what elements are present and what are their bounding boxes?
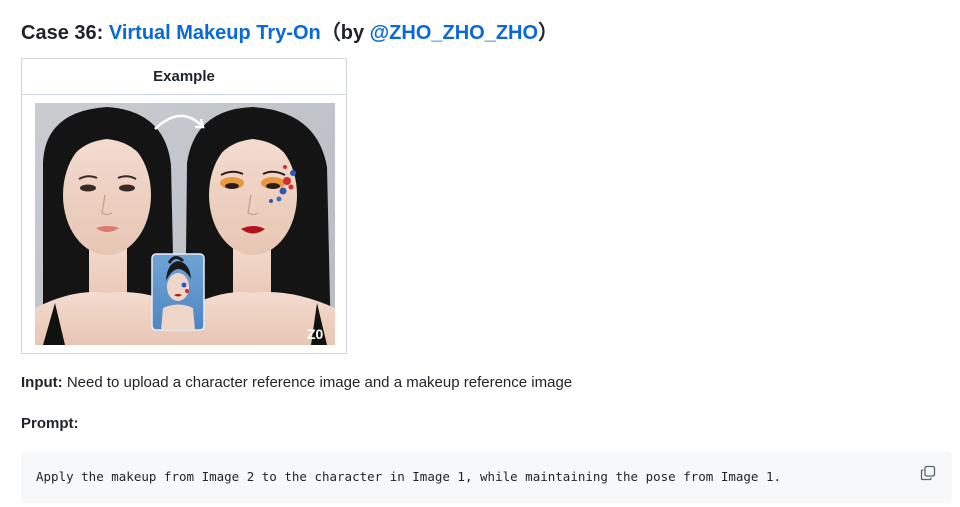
input-label: Input: bbox=[21, 374, 63, 391]
portrait-result bbox=[185, 107, 335, 345]
by-close: ） bbox=[538, 22, 559, 44]
case-heading: Case 36: Virtual Makeup Try-On（by @ZHO_Z… bbox=[21, 16, 558, 45]
example-table: Example Z0 bbox=[21, 58, 347, 354]
prompt-code-block: Apply the makeup from Image 2 to the cha… bbox=[21, 451, 952, 503]
author-link[interactable]: @ZHO_ZHO_ZHO bbox=[370, 22, 538, 44]
input-text: Need to upload a character reference ima… bbox=[62, 374, 573, 391]
case-number: Case 36: bbox=[21, 22, 109, 44]
input-line: Input: Need to upload a character refere… bbox=[21, 374, 572, 391]
example-header: Example bbox=[22, 59, 346, 95]
by-open: （by bbox=[320, 22, 370, 44]
example-image[interactable]: Z0 bbox=[35, 103, 335, 345]
title-link[interactable]: Virtual Makeup Try-On bbox=[109, 22, 321, 44]
copy-button[interactable] bbox=[918, 463, 938, 483]
copy-icon bbox=[920, 465, 936, 481]
image-watermark: Z0 bbox=[307, 326, 324, 342]
page: Case 36: Virtual Makeup Try-On（by @ZHO_Z… bbox=[0, 0, 960, 507]
prompt-code-text[interactable]: Apply the makeup from Image 2 to the cha… bbox=[36, 469, 781, 484]
prompt-label: Prompt: bbox=[21, 415, 79, 432]
makeup-reference-card bbox=[151, 253, 205, 331]
